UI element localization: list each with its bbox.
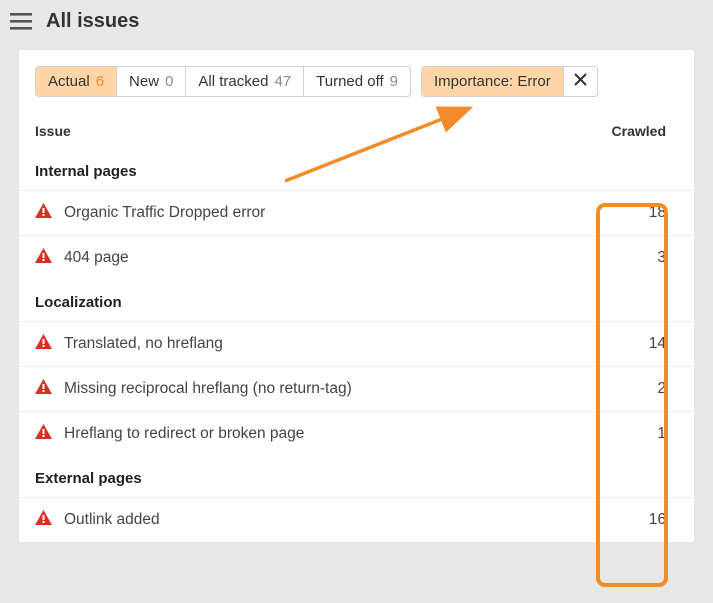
issue-name: Outlink added [64,511,160,529]
page-title: All issues [46,10,139,33]
issue-row[interactable]: Hreflang to redirect or broken page 1 [19,411,694,456]
issue-group: Internal pages Organic Traffic Dropped e… [19,149,694,280]
issue-row[interactable]: Outlink added 16 [19,497,694,542]
issue-row[interactable]: Missing reciprocal hreflang (no return-t… [19,366,694,411]
tab-label: Turned off [316,73,384,90]
tab-count: 6 [96,73,104,90]
issue-row[interactable]: Translated, no hreflang 14 [19,321,694,366]
hamburger-icon[interactable] [10,13,32,31]
issue-crawled-count: 18 [636,204,666,222]
issue-name: Missing reciprocal hreflang (no return-t… [64,380,352,398]
warning-icon [35,248,52,268]
filter-row: Actual 6 New 0 All tracked 47 Turned off… [19,50,694,113]
tab-actual[interactable]: Actual 6 [36,67,117,96]
col-crawled: Crawled [612,123,666,139]
table-header: Issue Crawled [19,113,694,149]
group-heading: Internal pages [19,149,694,190]
col-issue: Issue [35,123,71,139]
issue-crawled-count: 3 [636,249,666,267]
issue-name: Hreflang to redirect or broken page [64,425,304,443]
issue-row[interactable]: Organic Traffic Dropped error 18 [19,190,694,235]
warning-icon [35,203,52,223]
group-heading: Localization [19,280,694,321]
tab-strip: Actual 6 New 0 All tracked 47 Turned off… [35,66,411,97]
tab-label: Actual [48,73,90,90]
importance-filter-label[interactable]: Importance: Error [422,67,563,96]
issue-name: Organic Traffic Dropped error [64,204,265,222]
issue-crawled-count: 1 [636,425,666,443]
tab-count: 9 [390,73,398,90]
tab-all-tracked[interactable]: All tracked 47 [186,67,304,96]
issue-group: External pages Outlink added 16 [19,456,694,542]
issue-name: Translated, no hreflang [64,335,223,353]
tab-turned-off[interactable]: Turned off 9 [304,67,410,96]
warning-icon [35,424,52,444]
issue-crawled-count: 14 [636,335,666,353]
warning-icon [35,334,52,354]
issue-crawled-count: 2 [636,380,666,398]
close-icon [574,73,587,90]
importance-filter-pill: Importance: Error [421,66,598,97]
issue-name: 404 page [64,249,129,267]
issue-crawled-count: 16 [636,511,666,529]
tab-label: New [129,73,159,90]
issue-row[interactable]: 404 page 3 [19,235,694,280]
tab-new[interactable]: New 0 [117,67,186,96]
issues-panel: Actual 6 New 0 All tracked 47 Turned off… [18,49,695,543]
tab-count: 0 [165,73,173,90]
warning-icon [35,510,52,530]
issue-group: Localization Translated, no hreflang 14 M… [19,280,694,456]
tab-count: 47 [274,73,291,90]
tab-label: All tracked [198,73,268,90]
importance-filter-close[interactable] [563,67,597,96]
group-heading: External pages [19,456,694,497]
warning-icon [35,379,52,399]
